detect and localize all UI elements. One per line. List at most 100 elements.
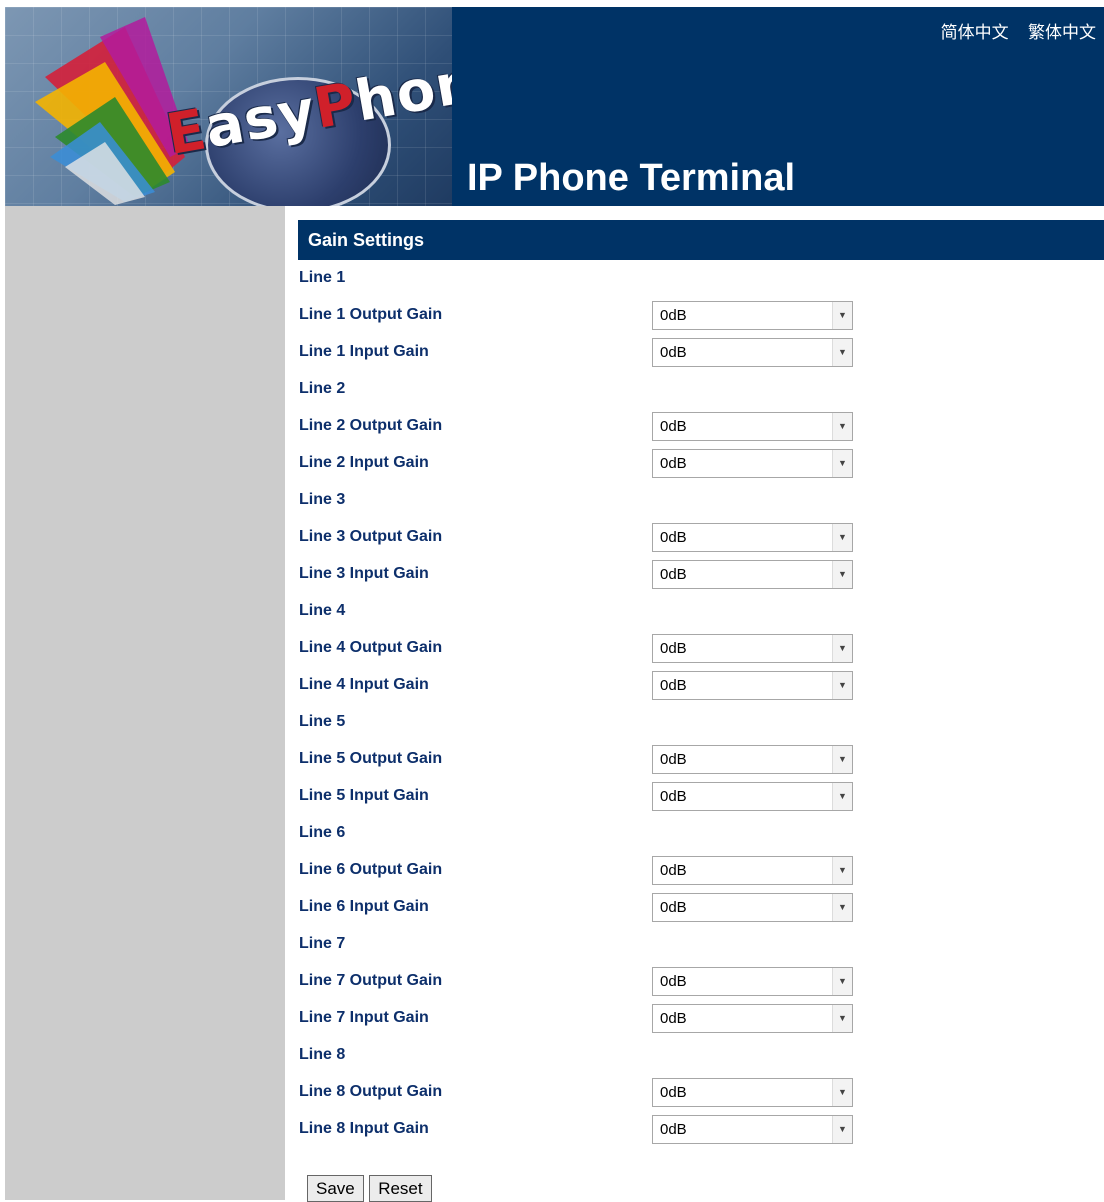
gain-setting-row: Line 4 Output Gain 0dB ▼ (299, 630, 899, 667)
gain-select-value: 0dB (660, 751, 687, 768)
gain-setting-label: Line 2 Output Gain (299, 417, 443, 434)
gain-select[interactable]: 0dB ▼ (652, 671, 853, 700)
chevron-down-icon[interactable]: ▼ (832, 413, 852, 440)
gain-select[interactable]: 0dB ▼ (652, 523, 853, 552)
chevron-down-icon[interactable]: ▼ (832, 1005, 852, 1032)
language-switcher: 简体中文 繁体中文 (927, 18, 1096, 43)
gain-setting-label: Line 6 Input Gain (299, 898, 429, 915)
gain-setting-row: Line 5 Input Gain 0dB ▼ (299, 778, 899, 815)
gain-setting-row: Line 6 Output Gain 0dB ▼ (299, 852, 899, 889)
line-heading: Line 3 (299, 491, 346, 508)
gain-select[interactable]: 0dB ▼ (652, 745, 853, 774)
chevron-down-icon[interactable]: ▼ (832, 524, 852, 551)
gain-select[interactable]: 0dB ▼ (652, 893, 853, 922)
gain-setting-row: Line 2 Output Gain 0dB ▼ (299, 408, 899, 445)
gain-setting-label: Line 1 Input Gain (299, 343, 429, 360)
line-heading: Line 7 (299, 935, 346, 952)
gain-setting-row: Line 5 Output Gain 0dB ▼ (299, 741, 899, 778)
gain-select[interactable]: 0dB ▼ (652, 856, 853, 885)
line-heading: Line 6 (299, 824, 346, 841)
header-banner: EasyPhone IP Phone Terminal 简体中文 繁体中文 (5, 7, 1104, 206)
form-buttons: Save Reset (307, 1175, 433, 1202)
gain-select-value: 0dB (660, 307, 687, 324)
gain-setting-label: Line 7 Output Gain (299, 972, 443, 989)
line-heading-row: Line 4 (299, 593, 899, 630)
line-heading-row: Line 7 (299, 926, 899, 963)
gain-settings-form: Line 1 Line 1 Output Gain 0dB ▼ Line 1 Input… (299, 260, 899, 1148)
line-heading: Line 4 (299, 602, 346, 619)
gain-setting-row: Line 1 Input Gain 0dB ▼ (299, 334, 899, 371)
line-heading: Line 8 (299, 1046, 346, 1063)
line-heading: Line 5 (299, 713, 346, 730)
gain-select[interactable]: 0dB ▼ (652, 560, 853, 589)
line-heading-row: Line 1 (299, 260, 899, 297)
gain-select-value: 0dB (660, 1084, 687, 1101)
gain-setting-row: Line 2 Input Gain 0dB ▼ (299, 445, 899, 482)
gain-select-value: 0dB (660, 640, 687, 657)
page-title: IP Phone Terminal (467, 157, 796, 199)
gain-setting-label: Line 4 Input Gain (299, 676, 429, 693)
gain-select[interactable]: 0dB ▼ (652, 301, 853, 330)
gain-setting-label: Line 7 Input Gain (299, 1009, 429, 1026)
line-heading-row: Line 3 (299, 482, 899, 519)
chevron-down-icon[interactable]: ▼ (832, 1116, 852, 1143)
gain-setting-label: Line 3 Input Gain (299, 565, 429, 582)
sidebar (5, 206, 285, 1200)
chevron-down-icon[interactable]: ▼ (832, 635, 852, 662)
gain-setting-row: Line 3 Input Gain 0dB ▼ (299, 556, 899, 593)
gain-select-value: 0dB (660, 455, 687, 472)
chevron-down-icon[interactable]: ▼ (832, 1079, 852, 1106)
gain-setting-row: Line 3 Output Gain 0dB ▼ (299, 519, 899, 556)
gain-select[interactable]: 0dB ▼ (652, 1115, 853, 1144)
save-button[interactable]: Save (307, 1175, 364, 1202)
gain-setting-row: Line 6 Input Gain 0dB ▼ (299, 889, 899, 926)
gain-setting-label: Line 8 Input Gain (299, 1120, 429, 1137)
gain-select[interactable]: 0dB ▼ (652, 1078, 853, 1107)
chevron-down-icon[interactable]: ▼ (832, 561, 852, 588)
gain-select-value: 0dB (660, 529, 687, 546)
chevron-down-icon[interactable]: ▼ (832, 302, 852, 329)
gain-select[interactable]: 0dB ▼ (652, 782, 853, 811)
reset-button[interactable]: Reset (369, 1175, 432, 1202)
chevron-down-icon[interactable]: ▼ (832, 339, 852, 366)
gain-setting-row: Line 7 Input Gain 0dB ▼ (299, 1000, 899, 1037)
gain-select[interactable]: 0dB ▼ (652, 1004, 853, 1033)
gain-setting-label: Line 4 Output Gain (299, 639, 443, 656)
section-title: Gain Settings (298, 220, 1104, 260)
gain-select[interactable]: 0dB ▼ (652, 338, 853, 367)
chevron-down-icon[interactable]: ▼ (832, 746, 852, 773)
gain-setting-label: Line 2 Input Gain (299, 454, 429, 471)
line-heading-row: Line 2 (299, 371, 899, 408)
gain-select[interactable]: 0dB ▼ (652, 967, 853, 996)
gain-select-value: 0dB (660, 1121, 687, 1138)
gain-select-value: 0dB (660, 973, 687, 990)
chevron-down-icon[interactable]: ▼ (832, 783, 852, 810)
gain-setting-row: Line 1 Output Gain 0dB ▼ (299, 297, 899, 334)
line-heading-row: Line 8 (299, 1037, 899, 1074)
gain-select-value: 0dB (660, 1010, 687, 1027)
chevron-down-icon[interactable]: ▼ (832, 968, 852, 995)
gain-setting-label: Line 8 Output Gain (299, 1083, 443, 1100)
gain-select[interactable]: 0dB ▼ (652, 412, 853, 441)
chevron-down-icon[interactable]: ▼ (832, 857, 852, 884)
gain-setting-label: Line 6 Output Gain (299, 861, 443, 878)
gain-setting-label: Line 3 Output Gain (299, 528, 443, 545)
line-heading-row: Line 5 (299, 704, 899, 741)
gain-select-value: 0dB (660, 418, 687, 435)
language-traditional-chinese-link[interactable]: 繁体中文 (1028, 23, 1096, 43)
gain-select-value: 0dB (660, 344, 687, 361)
chevron-down-icon[interactable]: ▼ (832, 894, 852, 921)
chevron-down-icon[interactable]: ▼ (832, 672, 852, 699)
line-heading: Line 2 (299, 380, 346, 397)
gain-select[interactable]: 0dB ▼ (652, 634, 853, 663)
chevron-down-icon[interactable]: ▼ (832, 450, 852, 477)
gain-select-value: 0dB (660, 862, 687, 879)
gain-setting-row: Line 8 Output Gain 0dB ▼ (299, 1074, 899, 1111)
line-heading-row: Line 6 (299, 815, 899, 852)
gain-setting-row: Line 8 Input Gain 0dB ▼ (299, 1111, 899, 1148)
gain-select[interactable]: 0dB ▼ (652, 449, 853, 478)
language-simplified-chinese-link[interactable]: 简体中文 (941, 23, 1009, 43)
easyphone-logo: EasyPhone (5, 7, 452, 206)
gain-select-value: 0dB (660, 566, 687, 583)
line-heading: Line 1 (299, 269, 346, 286)
